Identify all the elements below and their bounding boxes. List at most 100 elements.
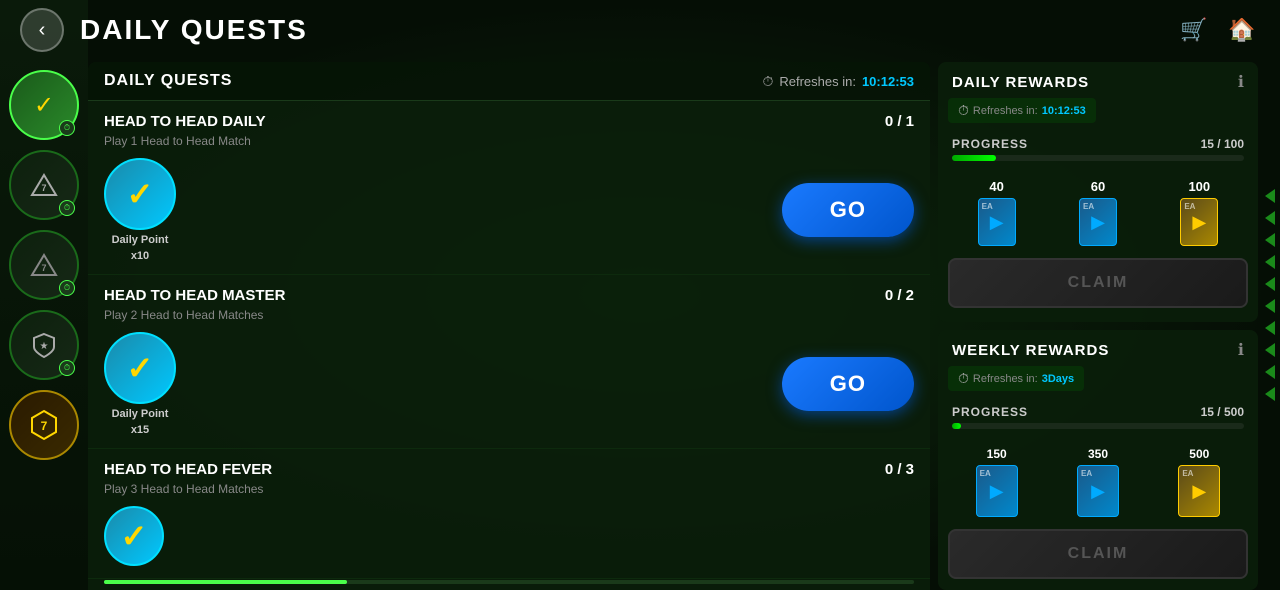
weekly-milestones: 150 ▶ 350 ▶ 500 ▶ <box>938 447 1258 525</box>
milestone-pack-150: ▶ <box>976 465 1018 517</box>
quest-2-count: 0 / 2 <box>885 287 914 304</box>
daily-rewards-card: DAILY REWARDS ℹ ⏱ Refreshes in: 10:12:53… <box>938 62 1258 322</box>
quests-panel: DAILY QUESTS ⏱ Refreshes in: 10:12:53 He… <box>88 62 930 590</box>
weekly-rewards-header: WEEKLY REWARDS ℹ <box>938 330 1258 366</box>
daily-milestone-60: 60 ▶ <box>1079 179 1117 246</box>
svg-text:7: 7 <box>41 419 48 433</box>
sidebar: ✓ ⏱ 7 ⏱ 7 ⏱ ★ ⏱ 7 <box>0 0 88 590</box>
daily-milestones: 40 ▶ 60 ▶ 100 ▶ <box>938 179 1258 254</box>
weekly-milestone-500: 500 ▶ <box>1178 447 1220 517</box>
sidebar-item-2[interactable]: 7 ⏱ <box>9 150 79 220</box>
page-title: DAILY QUESTS <box>80 14 1176 46</box>
header: ‹ DAILY QUESTS 🛒 🏠 <box>0 0 1280 60</box>
daily-progress-count: 15 / 100 <box>1201 137 1244 151</box>
quests-panel-title: DAILY QUESTS <box>104 72 232 90</box>
sidebar-badge-4: ⏱ <box>59 360 75 376</box>
triangle-icon: 7 <box>30 171 58 199</box>
scroll-track <box>104 580 914 584</box>
quest-1-reward-label: Daily Point <box>112 234 169 246</box>
milestone-val-150: 150 <box>987 447 1007 461</box>
milestone-val-350: 350 <box>1088 447 1108 461</box>
daily-progress-fill <box>952 155 996 161</box>
milestone-val-500: 500 <box>1189 447 1209 461</box>
quest-2-reward-label: Daily Point <box>112 408 169 420</box>
main-content: DAILY QUESTS ⏱ Refreshes in: 10:12:53 He… <box>88 62 1258 590</box>
milestone-pack-350: ▶ <box>1077 465 1119 517</box>
check-icon: ✓ <box>34 91 54 120</box>
refresh-time: 10:12:53 <box>862 74 914 89</box>
quest-1-go-button[interactable]: GO <box>782 183 914 237</box>
daily-refresh-label: Refreshes in: <box>973 105 1038 117</box>
weekly-milestone-350: 350 ▶ <box>1077 447 1119 517</box>
quest-2-go-button[interactable]: GO <box>782 357 914 411</box>
weekly-claim-button[interactable]: CLAIM <box>948 529 1248 579</box>
svg-text:★: ★ <box>40 341 49 352</box>
daily-point-icon-3 <box>104 506 164 566</box>
quest-item-1: Head to Head Daily 0 / 1 Play 1 Head to … <box>88 101 930 275</box>
decorative-triangles <box>1260 0 1280 590</box>
triangle-icon-2: 7 <box>30 251 58 279</box>
daily-progress-bar <box>952 155 1244 161</box>
weekly-progress-bar <box>952 423 1244 429</box>
daily-refresh-time: 10:12:53 <box>1042 105 1086 117</box>
weekly-refresh-time: 3Days <box>1042 373 1074 385</box>
hexagon-icon: 7 <box>28 409 60 441</box>
quest-1-name: Head to Head Daily <box>104 113 266 130</box>
daily-milestone-100: 100 ▶ <box>1180 179 1218 246</box>
daily-progress-label: PROGRESS <box>952 137 1028 151</box>
shield-icon: ★ <box>30 331 58 359</box>
milestone-val-60: 60 <box>1091 179 1105 194</box>
quest-1-reward: Daily Point x10 <box>104 158 176 262</box>
weekly-rewards-info-icon[interactable]: ℹ <box>1238 340 1244 360</box>
sidebar-item-quests[interactable]: ✓ ⏱ <box>9 70 79 140</box>
quests-refresh-info: ⏱ Refreshes in: 10:12:53 <box>762 73 914 90</box>
quest-3-reward <box>104 506 164 566</box>
weekly-rewards-title: WEEKLY REWARDS <box>952 342 1109 359</box>
quest-2-name: Head to Head Master <box>104 287 285 304</box>
weekly-rewards-refresh: ⏱ Refreshes in: 3Days <box>948 366 1084 391</box>
quest-2-reward: Daily Point x15 <box>104 332 176 436</box>
header-icons: 🛒 🏠 <box>1176 12 1280 48</box>
milestone-val-100: 100 <box>1188 179 1210 194</box>
quest-2-desc: Play 2 Head to Head Matches <box>104 308 914 322</box>
weekly-progress-count: 15 / 500 <box>1201 405 1244 419</box>
scroll-thumb <box>104 580 347 584</box>
right-panel: DAILY REWARDS ℹ ⏱ Refreshes in: 10:12:53… <box>938 62 1258 590</box>
daily-rewards-refresh: ⏱ Refreshes in: 10:12:53 <box>948 98 1096 123</box>
daily-point-icon-2 <box>104 332 176 404</box>
cart-icon[interactable]: 🛒 <box>1176 12 1212 48</box>
daily-rewards-header: DAILY REWARDS ℹ <box>938 62 1258 98</box>
milestone-val-40: 40 <box>989 179 1003 194</box>
quest-item-2: Head to Head Master 0 / 2 Play 2 Head to… <box>88 275 930 449</box>
quest-item-3: Head to Head Fever 0 / 3 Play 3 Head to … <box>88 449 930 579</box>
daily-milestone-40: 40 ▶ <box>978 179 1016 246</box>
daily-clock-icon: ⏱ <box>958 102 969 119</box>
sidebar-item-3[interactable]: 7 ⏱ <box>9 230 79 300</box>
quest-2-reward-mult: x15 <box>131 424 149 436</box>
home-icon[interactable]: 🏠 <box>1224 12 1260 48</box>
sidebar-item-5[interactable]: 7 <box>9 390 79 460</box>
weekly-milestone-150: 150 ▶ <box>976 447 1018 517</box>
milestone-pack-40: ▶ <box>978 198 1016 246</box>
daily-rewards-info-icon[interactable]: ℹ <box>1238 72 1244 92</box>
quest-1-count: 0 / 1 <box>885 113 914 130</box>
refresh-label: Refreshes in: <box>779 74 856 89</box>
weekly-progress-label: PROGRESS <box>952 405 1028 419</box>
weekly-clock-icon: ⏱ <box>958 370 969 387</box>
back-button[interactable]: ‹ <box>20 8 64 52</box>
clock-icon: ⏱ <box>762 73 773 90</box>
sidebar-item-4[interactable]: ★ ⏱ <box>9 310 79 380</box>
quests-header: DAILY QUESTS ⏱ Refreshes in: 10:12:53 <box>88 62 930 101</box>
svg-text:7: 7 <box>41 183 46 193</box>
quest-3-desc: Play 3 Head to Head Matches <box>104 482 914 496</box>
quest-1-desc: Play 1 Head to Head Match <box>104 134 914 148</box>
weekly-progress-fill <box>952 423 961 429</box>
daily-claim-button[interactable]: CLAIM <box>948 258 1248 308</box>
quest-1-reward-mult: x10 <box>131 250 149 262</box>
daily-point-icon-1 <box>104 158 176 230</box>
weekly-rewards-card: WEEKLY REWARDS ℹ ⏱ Refreshes in: 3Days P… <box>938 330 1258 590</box>
weekly-progress-section: PROGRESS 15 / 500 <box>938 397 1258 447</box>
weekly-refresh-label: Refreshes in: <box>973 373 1038 385</box>
daily-progress-section: PROGRESS 15 / 100 <box>938 129 1258 179</box>
milestone-pack-60: ▶ <box>1079 198 1117 246</box>
